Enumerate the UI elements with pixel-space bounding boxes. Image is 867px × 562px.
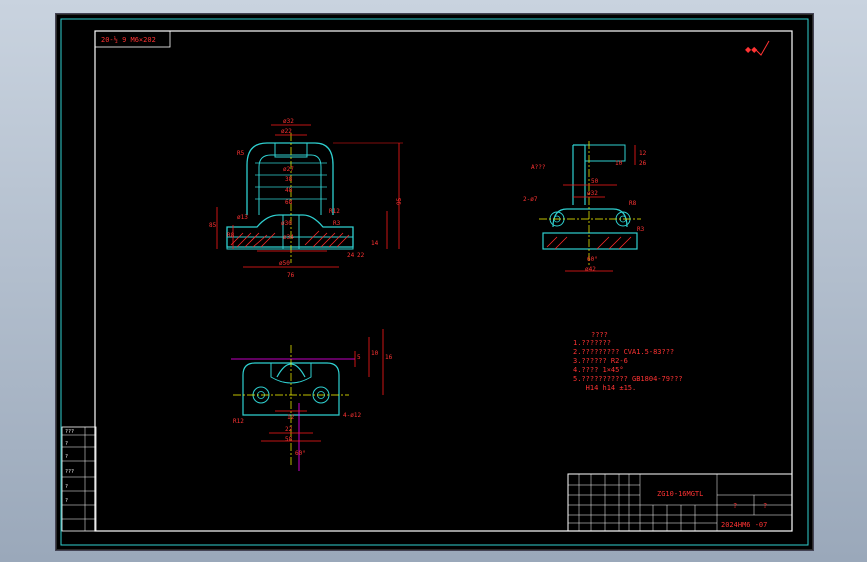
svg-text:2-ø7: 2-ø7 [523, 196, 538, 203]
title-block: ZG10-16MGTL ? ? 2024HM6 -07 [567, 473, 793, 532]
svg-text:?: ? [65, 454, 68, 460]
top-view: 5 10 16 R12 12 22 58 4-ø12 60° [231, 329, 393, 471]
svg-text:85: 85 [209, 222, 217, 229]
top-left-stamp: 20-½ 9 M6×202 [94, 30, 171, 48]
part-code: ZG10-16MGTL [657, 490, 703, 498]
svg-text:16: 16 [385, 354, 393, 361]
svg-text:95: 95 [396, 197, 403, 205]
notes-title: ???? [591, 331, 608, 339]
svg-text:?: ? [733, 502, 737, 510]
outer-frame [60, 18, 809, 546]
svg-text:ø22: ø22 [281, 128, 292, 135]
svg-text:12: 12 [639, 150, 647, 157]
svg-text:???: ??? [65, 429, 74, 435]
svg-text:4-ø12: 4-ø12 [343, 412, 361, 419]
svg-text:26: 26 [639, 160, 647, 167]
svg-text:60°: 60° [587, 256, 598, 263]
svg-text:14: 14 [371, 240, 379, 247]
svg-text:ø13: ø13 [237, 214, 248, 221]
svg-text:?: ? [65, 484, 68, 490]
front-view: ø32 ø22 ø27 38 48 68 ø50 76 R5 R12 ø13 ø… [209, 118, 403, 279]
svg-text:R12: R12 [233, 418, 244, 425]
svg-text:R12: R12 [329, 208, 340, 215]
svg-text:60°: 60° [295, 450, 306, 457]
technical-notes: ???? 1.??????? 2.????????? CVA1.5-83??? … [573, 331, 683, 392]
svg-text:22: 22 [285, 426, 293, 433]
note-line: 1.??????? [573, 339, 611, 347]
svg-text:A???: A??? [531, 164, 546, 171]
svg-text:10: 10 [615, 160, 623, 167]
note-line: 4.???? 1×45° [573, 366, 624, 374]
note-line: 2.????????? CVA1.5-83??? [573, 348, 674, 356]
svg-text:ø50: ø50 [279, 260, 290, 267]
svg-text:38: 38 [285, 176, 293, 183]
svg-text:R8: R8 [629, 200, 637, 207]
svg-text:R5: R5 [237, 150, 245, 157]
left-table-labels: ??? ? ? ??? ? ? [65, 429, 74, 504]
svg-text:24: 24 [347, 252, 355, 259]
cad-viewport[interactable]: 20-½ 9 M6×202 ◆◆ ø32 ø22 ø27 38 48 68 ø5… [56, 14, 813, 550]
svg-text:12: 12 [287, 414, 295, 421]
inner-frame [94, 30, 793, 532]
note-line: H14 h14 ±15. [573, 384, 636, 392]
roughness-mark: ◆◆ [745, 40, 770, 56]
svg-text:50: 50 [591, 178, 599, 185]
svg-text:20-½ 9 M6×202: 20-½ 9 M6×202 [101, 36, 156, 44]
svg-text:ø27: ø27 [283, 166, 294, 173]
svg-text:?: ? [65, 498, 68, 504]
engineering-drawing: 20-½ 9 M6×202 ◆◆ ø32 ø22 ø27 38 48 68 ø5… [60, 18, 809, 546]
svg-text:R3: R3 [333, 220, 341, 227]
svg-text:R8: R8 [227, 232, 235, 239]
side-view: A??? 50 ø32 2-ø7 R8 R3 ø42 60° 12 26 10 [523, 141, 647, 273]
svg-text:58: 58 [285, 436, 293, 443]
note-line: 3.?????? R2-6 [573, 357, 628, 365]
note-line: 5.??????????? GB1804-79??? [573, 375, 683, 383]
svg-text:ø42: ø42 [585, 266, 596, 273]
svg-text:ø32: ø32 [283, 118, 294, 125]
svg-text:???: ??? [65, 469, 74, 475]
svg-text:R3: R3 [637, 226, 645, 233]
svg-text:?: ? [763, 502, 767, 510]
drawing-number: 2024HM6 -07 [721, 521, 767, 529]
svg-text:ø34: ø34 [283, 234, 294, 241]
svg-text:22: 22 [357, 252, 365, 259]
svg-text:10: 10 [371, 350, 379, 357]
svg-text:76: 76 [287, 272, 295, 279]
svg-text:5: 5 [357, 354, 361, 361]
svg-text:?: ? [65, 441, 68, 447]
svg-text:48: 48 [285, 187, 293, 194]
svg-text:68: 68 [285, 199, 293, 206]
svg-text:ø30: ø30 [281, 220, 292, 227]
svg-text:ø32: ø32 [587, 190, 598, 197]
